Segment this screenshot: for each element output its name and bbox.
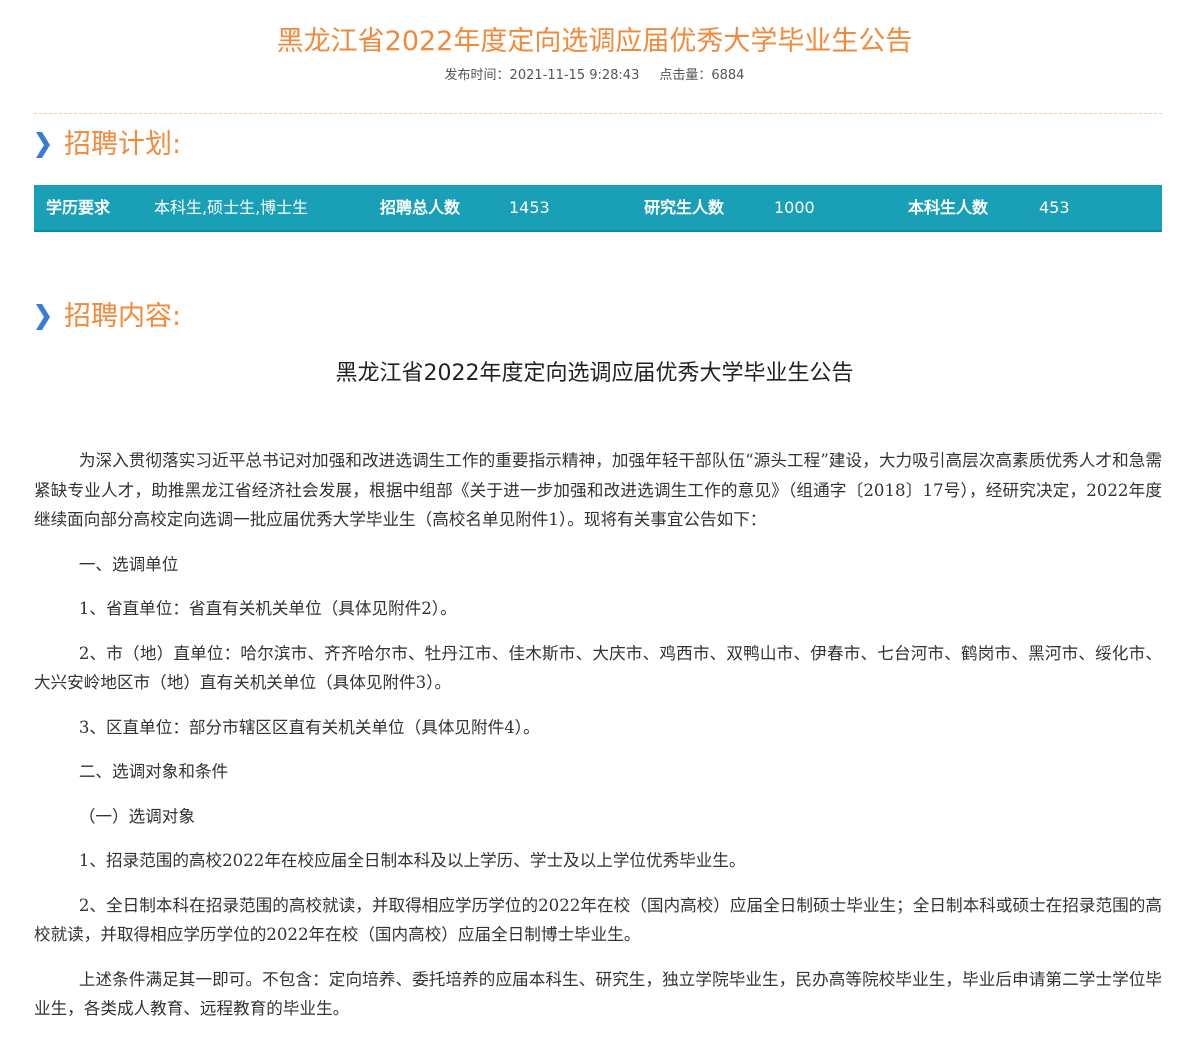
content-section-label: 招聘内容:	[64, 301, 182, 332]
education-requirement-label: 学历要求	[46, 198, 111, 217]
paragraph: 为深入贯彻落实习近平总书记对加强和改进选调生工作的重要指示精神，加强年轻干部队伍…	[34, 451, 1162, 529]
article-body: 为深入贯彻落实习近平总书记对加强和改进选调生工作的重要指示精神，加强年轻干部队伍…	[34, 446, 1162, 1039]
header-divider	[34, 113, 1162, 114]
graduate-count-label: 研究生人数	[644, 198, 725, 217]
paragraph: 上述条件满足其一即可。不包含：定向培养、委托培养的应届本科生、研究生，独立学院毕…	[34, 969, 1162, 1019]
page-title: 黑龙江省2022年度定向选调应届优秀大学毕业生公告	[276, 26, 913, 57]
paragraph: 2、市（地）直单位：哈尔滨市、齐齐哈尔市、牡丹江市、佳木斯市、大庆市、鸡西市、双…	[34, 643, 1162, 693]
paragraph: 1、招录范围的高校2022年在校应届全日制本科及以上学历、学士及以上学位优秀毕业…	[78, 851, 746, 870]
paragraph: 1、省直单位：省直有关机关单位（具体见附件2）。	[78, 599, 457, 618]
plan-section-heading: 招聘计划:	[34, 125, 181, 165]
article-meta: 发布时间：2021-11-15 9:28:43 点击量：6884	[0, 66, 1189, 86]
total-hires-value: 1453	[509, 198, 550, 217]
chevron-right-icon	[36, 304, 50, 330]
publish-time: 发布时间：2021-11-15 9:28:43	[444, 68, 640, 83]
undergraduate-count-label: 本科生人数	[908, 198, 989, 217]
section-heading: 二、选调对象和条件	[78, 762, 229, 781]
view-count: 点击量：6884	[659, 68, 745, 83]
graduate-count-value: 1000	[774, 198, 815, 217]
plan-section-label: 招聘计划:	[64, 129, 182, 160]
total-hires-label: 招聘总人数	[380, 198, 461, 217]
paragraph: 2、全日制本科在招录范围的高校就读，并取得相应学历学位的2022年在校（国内高校…	[34, 895, 1162, 945]
chevron-right-icon	[36, 132, 50, 158]
section-heading: 一、选调单位	[78, 554, 179, 574]
undergraduate-count-value: 453	[1039, 198, 1070, 217]
education-requirement-value: 本科生,硕士生,博士生	[154, 198, 309, 217]
paragraph: 3、区直单位：部分市辖区区直有关机关单位（具体见附件4）。	[78, 717, 540, 737]
recruitment-plan-bar: 学历要求 本科生,硕士生,博士生 招聘总人数 1453 研究生人数 1000 本…	[34, 185, 1162, 232]
content-section-heading: 招聘内容:	[34, 297, 181, 337]
subsection-heading: （一）选调对象	[78, 806, 195, 826]
article-title: 黑龙江省2022年度定向选调应届优秀大学毕业生公告	[335, 361, 854, 386]
